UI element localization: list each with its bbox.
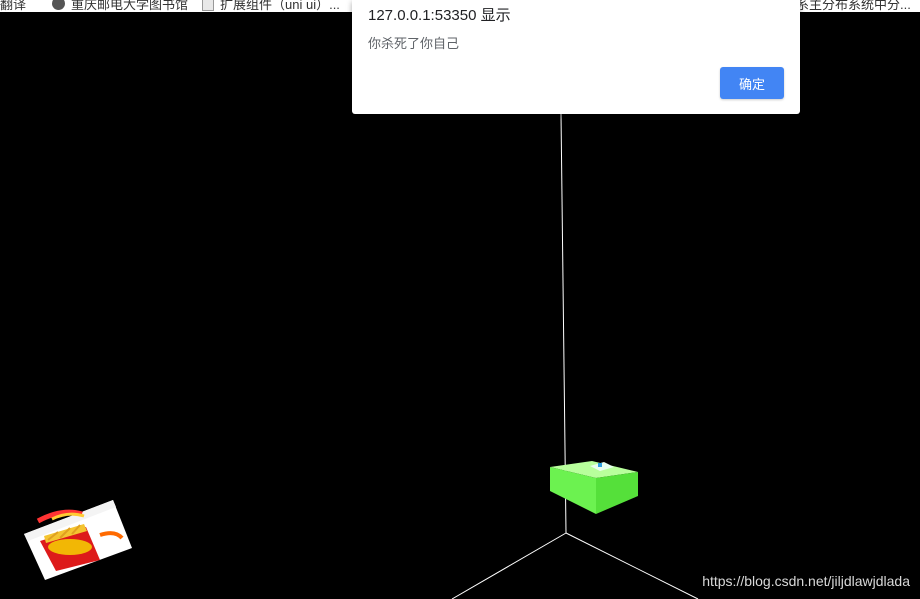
bookmark-label: 翻译 bbox=[0, 0, 27, 12]
game-viewport: 翻译 重庆邮电大学图书馆 扩展组件（uni ui）... 系主分布系统中分... bbox=[0, 0, 920, 599]
bookmark-uni-ui[interactable]: 扩展组件（uni ui）... bbox=[202, 0, 340, 12]
player-cube bbox=[550, 461, 638, 514]
globe-icon bbox=[52, 0, 65, 10]
bookmark-library[interactable]: 重庆邮电大学图书馆 bbox=[52, 0, 188, 12]
bookmark-label: 扩展组件（uni ui）... bbox=[220, 0, 340, 12]
dialog-title: 127.0.0.1:53350 显示 bbox=[368, 7, 511, 24]
bookmark-translate[interactable]: 翻译 bbox=[0, 0, 26, 12]
document-icon bbox=[202, 0, 214, 11]
bookmark-distributed[interactable]: 系主分布系统中分... bbox=[796, 0, 911, 12]
fries-cube bbox=[24, 500, 132, 580]
x-axis-line bbox=[451, 532, 567, 599]
ok-button[interactable]: 确定 bbox=[720, 67, 784, 99]
bookmark-label: 系主分布系统中分... bbox=[796, 0, 911, 12]
watermark-text: https://blog.csdn.net/jiljdlawjdlada bbox=[702, 573, 910, 589]
z-axis-line bbox=[565, 532, 699, 599]
dialog-message: 你杀死了你自己 bbox=[368, 36, 460, 51]
alert-dialog: 127.0.0.1:53350 显示 你杀死了你自己 确定 bbox=[352, 0, 800, 114]
bookmark-label: 重庆邮电大学图书馆 bbox=[71, 0, 189, 12]
